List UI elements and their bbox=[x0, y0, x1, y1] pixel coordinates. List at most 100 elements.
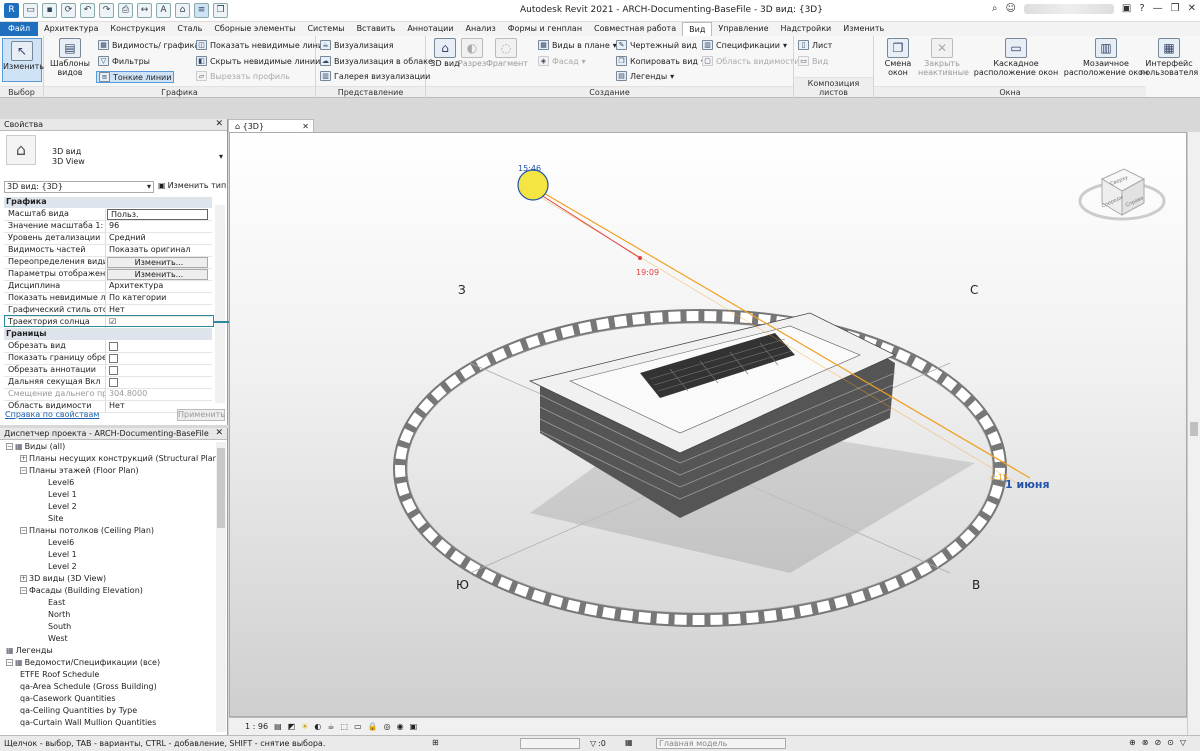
tab-6[interactable]: Вставить bbox=[351, 22, 402, 36]
tree-item[interactable]: East bbox=[48, 598, 65, 607]
tree-item[interactable]: − Планы этажей (Floor Plan) bbox=[20, 466, 139, 475]
callout-button[interactable]: ◌ Фрагмент bbox=[486, 38, 528, 68]
tree-item[interactable]: Level 1 bbox=[48, 550, 77, 559]
design-options-icon[interactable]: ▦ bbox=[625, 738, 633, 747]
view-scale[interactable]: 1 : 96 bbox=[245, 722, 268, 731]
edit-type-button[interactable]: ▣ Изменить тип bbox=[158, 181, 226, 190]
checkbox[interactable] bbox=[109, 354, 118, 363]
category-extents[interactable]: Границы bbox=[4, 329, 212, 340]
apply-button[interactable]: Применить bbox=[177, 409, 225, 421]
tab-14[interactable]: Изменить bbox=[837, 22, 890, 36]
tab-13[interactable]: Надстройки bbox=[775, 22, 838, 36]
elevation-button[interactable]: ◈ Фасад ▾ bbox=[538, 56, 586, 66]
modify-button[interactable]: ↖ Изменить bbox=[2, 38, 44, 82]
tree-item[interactable]: qa-Area Schedule (Gross Building) bbox=[20, 682, 157, 691]
open-icon[interactable]: ▭ bbox=[23, 3, 38, 18]
tab-7[interactable]: Аннотации bbox=[401, 22, 459, 36]
thin-lines-icon[interactable]: ≡ bbox=[194, 3, 209, 18]
3d-view-icon[interactable]: ⌂ bbox=[175, 3, 190, 18]
scroll-thumb[interactable] bbox=[1190, 422, 1198, 436]
view-scrollbar[interactable] bbox=[1187, 132, 1200, 735]
render-gallery-button[interactable]: ▥ Галерея визуализации bbox=[320, 71, 430, 81]
close-icon[interactable]: ✕ bbox=[215, 428, 223, 438]
shadows-icon[interactable]: ◐ bbox=[314, 722, 321, 731]
switch-windows-button[interactable]: ❐ Смена окон bbox=[878, 38, 918, 77]
tab-10[interactable]: Совместная работа bbox=[588, 22, 682, 36]
help-icon[interactable]: ? bbox=[1139, 3, 1144, 14]
tab-9[interactable]: Формы и генплан bbox=[502, 22, 588, 36]
selection-toggles[interactable]: ⊕⊗⊘⊙▽ bbox=[1129, 738, 1192, 747]
collapse-icon[interactable]: − bbox=[6, 443, 13, 450]
tab-1[interactable]: Архитектура bbox=[38, 22, 104, 36]
tree-item[interactable]: qa-Curtain Wall Mullion Quantities bbox=[20, 718, 156, 727]
place-view-button[interactable]: ▭ Вид bbox=[798, 56, 828, 66]
tile-windows-button[interactable]: ▥ Мозаичное расположение окон bbox=[1060, 38, 1152, 77]
tree-item[interactable]: Site bbox=[48, 514, 63, 523]
cart-icon[interactable]: ▣ bbox=[1122, 3, 1131, 14]
plan-views-button[interactable]: ▦ Виды в плане ▾ bbox=[538, 40, 617, 50]
view-tab-3d[interactable]: ⌂ {3D} ✕ bbox=[228, 119, 314, 132]
group-label-select[interactable]: Выбор bbox=[0, 86, 43, 97]
tree-item[interactable]: qa-Casework Quantities bbox=[20, 694, 116, 703]
tab-11[interactable]: Вид bbox=[682, 22, 713, 36]
tab-0[interactable]: Файл bbox=[0, 22, 39, 36]
tree-item[interactable]: − ▦ Виды (all) bbox=[6, 442, 65, 451]
sun-path-toggle-icon[interactable]: ☀ bbox=[301, 722, 308, 731]
text-icon[interactable]: A bbox=[156, 3, 171, 18]
user-icon[interactable]: ☺ bbox=[1005, 3, 1015, 14]
tree-item[interactable]: Level6 bbox=[48, 478, 74, 487]
close-icon[interactable]: ✕ bbox=[1188, 3, 1196, 14]
save-icon[interactable]: ▪ bbox=[42, 3, 57, 18]
collapse-icon[interactable]: − bbox=[6, 659, 13, 666]
property-value[interactable] bbox=[106, 365, 212, 376]
legends-button[interactable]: ▤ Легенды ▾ bbox=[616, 71, 674, 81]
property-value[interactable]: Польз. bbox=[107, 209, 208, 220]
close-inactive-button[interactable]: ✕ Закрыть неактивные bbox=[918, 38, 969, 77]
drafting-view-button[interactable]: ✎ Чертежный вид bbox=[616, 40, 697, 50]
sheet-button[interactable]: ▯ Лист bbox=[798, 40, 832, 50]
binoculars-icon[interactable]: ⌕ bbox=[992, 3, 998, 14]
duplicate-view-button[interactable]: ❐Копировать вид▾ bbox=[616, 56, 705, 66]
redo-icon[interactable]: ↷ bbox=[99, 3, 114, 18]
render-dialog-icon[interactable]: ☕ bbox=[327, 722, 334, 731]
tree-item[interactable]: South bbox=[48, 622, 71, 631]
measure-icon[interactable]: ↔ bbox=[137, 3, 152, 18]
filter-icon[interactable]: ▽ bbox=[590, 739, 596, 748]
workset-selector[interactable] bbox=[520, 738, 580, 749]
print-icon[interactable]: ⎙ bbox=[118, 3, 133, 18]
tab-5[interactable]: Системы bbox=[301, 22, 350, 36]
tab-8[interactable]: Анализ bbox=[460, 22, 502, 36]
sun-icon[interactable] bbox=[517, 169, 549, 201]
revit-logo-icon[interactable]: R bbox=[4, 3, 19, 18]
expand-icon[interactable]: + bbox=[20, 575, 27, 582]
browser-scrollbar[interactable] bbox=[216, 442, 226, 732]
lock-icon[interactable]: 🔒 bbox=[368, 722, 378, 731]
property-value[interactable] bbox=[106, 341, 212, 352]
collapse-icon[interactable]: − bbox=[20, 527, 27, 534]
checkbox[interactable] bbox=[109, 378, 118, 387]
render-cloud-button[interactable]: ☁ Визуализация в облаке bbox=[320, 56, 433, 66]
tree-item[interactable]: West bbox=[48, 634, 68, 643]
maximize-icon[interactable]: ❐ bbox=[1171, 3, 1180, 14]
cascade-windows-button[interactable]: ▭ Каскадное расположение окон bbox=[970, 38, 1062, 77]
property-value[interactable] bbox=[106, 353, 212, 364]
tree-item[interactable]: North bbox=[48, 610, 70, 619]
property-value[interactable]: 304.8000 bbox=[106, 389, 212, 400]
hide-hidden-lines-button[interactable]: ◧ Скрыть невидимые линии bbox=[196, 56, 320, 66]
properties-help-link[interactable]: Справка по свойствам bbox=[5, 410, 99, 419]
tree-item[interactable]: − ▦ Ведомости/Спецификации (все) bbox=[6, 658, 160, 667]
show-hidden-lines-button[interactable]: ◫ Показать невидимые линии bbox=[196, 40, 328, 50]
visual-style-icon[interactable]: ◩ bbox=[288, 722, 296, 731]
checkbox[interactable] bbox=[109, 342, 118, 351]
3d-view-button[interactable]: ⌂ 3D вид bbox=[430, 38, 460, 68]
section-button[interactable]: ◐ Разрез bbox=[458, 38, 486, 68]
tree-item[interactable]: +3D виды (3D View) bbox=[20, 574, 106, 583]
tab-3[interactable]: Сталь bbox=[171, 22, 208, 36]
design-option-selector[interactable]: Главная модель bbox=[656, 738, 786, 749]
hide-isolate-icon[interactable]: ◎ bbox=[384, 722, 391, 731]
property-value[interactable]: Архитектура bbox=[106, 281, 212, 292]
property-value[interactable] bbox=[106, 377, 212, 388]
chevron-down-icon[interactable]: ▾ bbox=[219, 152, 223, 161]
tree-item[interactable]: Level 1 bbox=[48, 490, 77, 499]
tab-2[interactable]: Конструкция bbox=[104, 22, 171, 36]
